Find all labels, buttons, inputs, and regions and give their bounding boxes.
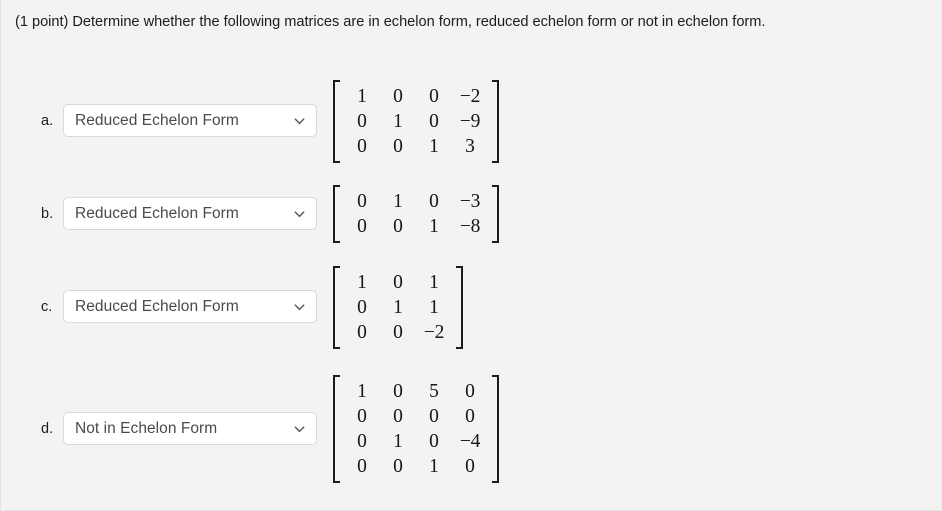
matrix-cell: 0 bbox=[429, 191, 439, 212]
matrix-cell: 1 bbox=[429, 456, 439, 477]
matrix-cell: 1 bbox=[357, 271, 367, 293]
matrix-cell: 0 bbox=[429, 110, 439, 132]
matrix-cell: 1 bbox=[393, 191, 403, 212]
matrix-grid: 0 1 0 −3 0 0 1 −8 bbox=[342, 185, 490, 243]
matrix-d: 1 0 5 0 0 0 0 0 0 1 0 −4 0 0 1 0 bbox=[333, 375, 499, 483]
answer-select-value: Reduced Echelon Form bbox=[75, 111, 239, 129]
row-controls: c. Reduced Echelon Form bbox=[41, 290, 317, 323]
matrix-cell: 0 bbox=[357, 191, 367, 212]
answer-select-value: Reduced Echelon Form bbox=[75, 204, 239, 222]
matrix-cell: −2 bbox=[423, 321, 445, 343]
matrix-left-bracket bbox=[333, 375, 342, 483]
matrix-cell: 1 bbox=[357, 85, 367, 107]
matrix-cell: 0 bbox=[429, 431, 439, 452]
answer-select-c[interactable]: Reduced Echelon Form bbox=[63, 290, 317, 323]
matrix-cell: −2 bbox=[459, 85, 481, 107]
chevron-down-icon bbox=[293, 422, 306, 435]
chevron-down-icon bbox=[293, 207, 306, 220]
matrix-cell: 0 bbox=[393, 321, 403, 343]
answer-select-b[interactable]: Reduced Echelon Form bbox=[63, 197, 317, 230]
matrix-cell: 1 bbox=[393, 296, 403, 318]
matrix-cell: 1 bbox=[393, 431, 403, 452]
matrix-a: 1 0 0 −2 0 1 0 −9 0 0 1 3 bbox=[333, 79, 499, 163]
answer-select-d[interactable]: Not in Echelon Form bbox=[63, 412, 317, 445]
problem-page: (1 point) Determine whether the followin… bbox=[0, 0, 942, 511]
row-controls: d. Not in Echelon Form bbox=[41, 412, 317, 445]
matrix-cell: 0 bbox=[357, 431, 367, 452]
matrix-cell: 0 bbox=[357, 216, 367, 237]
matrix-grid: 1 0 0 −2 0 1 0 −9 0 0 1 3 bbox=[342, 80, 490, 163]
answer-select-value: Not in Echelon Form bbox=[75, 419, 218, 437]
matrix-cell: 0 bbox=[357, 321, 367, 343]
matrix-left-bracket bbox=[333, 185, 342, 243]
matrix-cell: 0 bbox=[357, 296, 367, 318]
matrix-c: 1 0 1 0 1 1 0 0 −2 bbox=[333, 265, 463, 349]
matrix-cell: 0 bbox=[465, 381, 475, 402]
matrix-cell: −8 bbox=[459, 216, 481, 237]
matrix-left-bracket bbox=[333, 265, 342, 349]
matrix-cell: 0 bbox=[393, 85, 403, 107]
matrix-cell: 1 bbox=[429, 271, 439, 293]
matrix-b: 0 1 0 −3 0 0 1 −8 bbox=[333, 185, 499, 243]
answer-select-value: Reduced Echelon Form bbox=[75, 297, 239, 315]
item-letter-label: d. bbox=[41, 420, 54, 437]
matrix-cell: −4 bbox=[459, 431, 481, 452]
matrix-cell: 0 bbox=[429, 406, 439, 427]
matrix-cell: 0 bbox=[393, 381, 403, 402]
matrix-cell: 0 bbox=[465, 406, 475, 427]
row-controls: a. Reduced Echelon Form bbox=[41, 104, 317, 137]
matrix-cell: 1 bbox=[393, 110, 403, 132]
row-controls: b. Reduced Echelon Form bbox=[41, 197, 317, 230]
matrix-cell: 1 bbox=[429, 135, 439, 157]
matrix-cell: −3 bbox=[459, 191, 481, 212]
matrix-cell: −9 bbox=[459, 110, 481, 132]
matrix-cell: 1 bbox=[429, 216, 439, 237]
matrix-grid: 1 0 1 0 1 1 0 0 −2 bbox=[342, 266, 454, 349]
matrix-right-bracket bbox=[490, 375, 499, 483]
matrix-cell: 0 bbox=[357, 406, 367, 427]
chevron-down-icon bbox=[293, 114, 306, 127]
matrix-left-bracket bbox=[333, 79, 342, 163]
matrix-cell: 5 bbox=[429, 381, 439, 402]
item-letter-label: a. bbox=[41, 112, 54, 129]
matrix-cell: 0 bbox=[465, 456, 475, 477]
question-prompt: (1 point) Determine whether the followin… bbox=[15, 14, 766, 30]
matrix-cell: 0 bbox=[393, 135, 403, 157]
chevron-down-icon bbox=[293, 300, 306, 313]
answer-select-a[interactable]: Reduced Echelon Form bbox=[63, 104, 317, 137]
item-letter-label: b. bbox=[41, 205, 54, 222]
matrix-right-bracket bbox=[490, 185, 499, 243]
matrix-cell: 0 bbox=[393, 271, 403, 293]
matrix-right-bracket bbox=[490, 79, 499, 163]
matrix-cell: 0 bbox=[429, 85, 439, 107]
matrix-right-bracket bbox=[454, 265, 463, 349]
matrix-cell: 0 bbox=[393, 406, 403, 427]
matrix-cell: 0 bbox=[357, 456, 367, 477]
item-letter-label: c. bbox=[41, 298, 53, 315]
matrix-cell: 1 bbox=[357, 381, 367, 402]
matrix-cell: 0 bbox=[393, 216, 403, 237]
matrix-cell: 0 bbox=[357, 110, 367, 132]
matrix-cell: 1 bbox=[429, 296, 439, 318]
matrix-cell: 3 bbox=[465, 135, 475, 157]
matrix-cell: 0 bbox=[393, 456, 403, 477]
matrix-grid: 1 0 5 0 0 0 0 0 0 1 0 −4 0 0 1 0 bbox=[342, 375, 490, 483]
matrix-cell: 0 bbox=[357, 135, 367, 157]
